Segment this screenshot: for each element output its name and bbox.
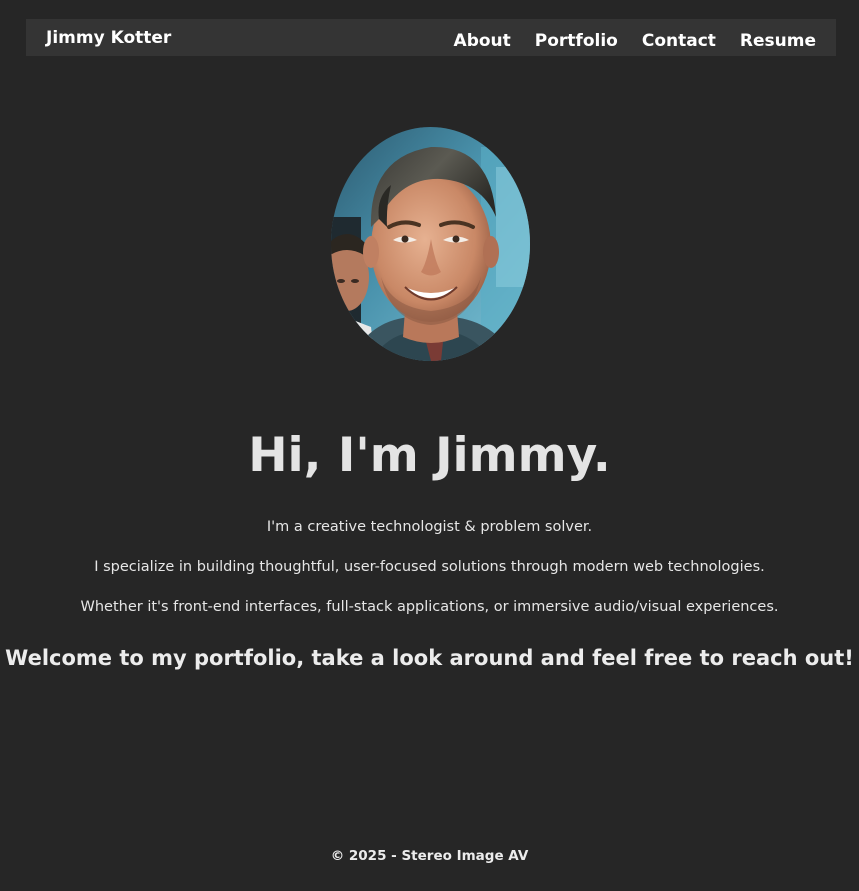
- profile-photo: [331, 127, 530, 361]
- nav-link-about[interactable]: About: [454, 31, 511, 51]
- brand-name[interactable]: Jimmy Kotter: [46, 28, 171, 48]
- experience-line: Whether it's front-end interfaces, full-…: [80, 599, 779, 615]
- nav-link-resume[interactable]: Resume: [740, 31, 816, 51]
- welcome-message: Welcome to my portfolio, take a look aro…: [5, 646, 854, 670]
- intro-line: I'm a creative technologist & problem so…: [266, 519, 593, 535]
- nav-links: About Portfolio Contact Resume: [454, 31, 816, 51]
- page: Jimmy Kotter About Portfolio Contact Res…: [0, 0, 859, 891]
- navbar: Jimmy Kotter About Portfolio Contact Res…: [26, 19, 836, 56]
- nav-link-contact[interactable]: Contact: [642, 31, 716, 51]
- footer-copyright: © 2025 - Stereo Image AV: [330, 848, 529, 864]
- nav-link-portfolio[interactable]: Portfolio: [535, 31, 618, 51]
- specialty-line: I specialize in building thoughtful, use…: [94, 559, 765, 575]
- hero-title: Hi, I'm Jimmy.: [248, 428, 611, 483]
